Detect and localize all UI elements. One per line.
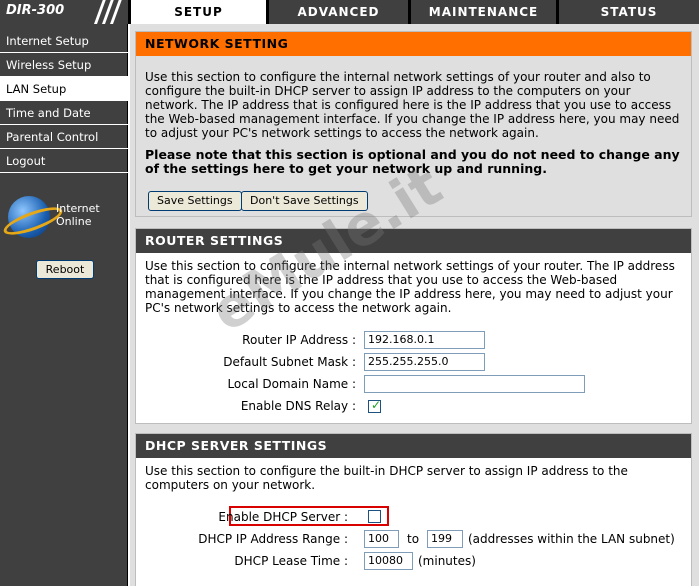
lease-time-input[interactable]: 10080: [364, 552, 413, 570]
domain-name-row: Local Domain Name :: [136, 374, 356, 394]
dhcp-server-section: DHCP SERVER SETTINGS Use this section to…: [135, 433, 692, 586]
sidebar-item-wireless-setup[interactable]: Wireless Setup: [0, 53, 128, 77]
dhcp-range-start-input[interactable]: 100: [364, 530, 399, 548]
dhcp-range-label: DHCP IP Address Range :: [198, 532, 348, 546]
network-setting-title: NETWORK SETTING: [136, 32, 691, 56]
network-setting-description: Use this section to configure the intern…: [145, 70, 680, 140]
reboot-button[interactable]: Reboot: [36, 260, 94, 279]
router-ip-input[interactable]: 192.168.0.1: [364, 331, 485, 349]
domain-name-input[interactable]: [364, 375, 585, 393]
main-content: NETWORK SETTING Use this section to conf…: [130, 24, 699, 586]
dhcp-range-end-input[interactable]: 199: [427, 530, 463, 548]
dhcp-server-title: DHCP SERVER SETTINGS: [136, 434, 691, 458]
lease-time-unit: (minutes): [418, 554, 476, 568]
lease-time-row: DHCP Lease Time :: [136, 551, 348, 571]
dhcp-range-to-label: to: [407, 532, 420, 546]
subnet-mask-row: Default Subnet Mask :: [136, 352, 356, 372]
network-setting-section: NETWORK SETTING Use this section to conf…: [135, 31, 692, 217]
dont-save-settings-button[interactable]: Don't Save Settings: [241, 191, 368, 211]
router-ip-row: Router IP Address :: [136, 330, 356, 350]
dhcp-server-description: Use this section to configure the built-…: [145, 464, 628, 492]
save-settings-button[interactable]: Save Settings: [148, 191, 242, 211]
router-settings-description: Use this section to configure the intern…: [145, 259, 675, 315]
tab-advanced[interactable]: ADVANCED: [269, 0, 408, 24]
enable-dhcp-checkbox[interactable]: [368, 510, 381, 523]
model-name: DIR-300: [6, 3, 65, 18]
sidebar-item-lan-setup[interactable]: LAN Setup: [0, 77, 128, 101]
internet-globe-icon: [8, 196, 50, 238]
router-settings-section: ROUTER SETTINGS Use this section to conf…: [135, 228, 692, 424]
sidebar-item-parental-control[interactable]: Parental Control: [0, 125, 128, 149]
enable-dhcp-label: Enable DHCP Server :: [218, 510, 348, 524]
sidebar-item-logout[interactable]: Logout: [0, 149, 128, 173]
subnet-mask-label: Default Subnet Mask :: [223, 355, 356, 369]
dhcp-range-row: DHCP IP Address Range :: [136, 529, 348, 549]
lease-time-label: DHCP Lease Time :: [234, 554, 348, 568]
dns-relay-row: Enable DNS Relay :: [136, 396, 356, 416]
domain-name-label: Local Domain Name :: [227, 377, 356, 391]
dns-relay-label: Enable DNS Relay :: [240, 399, 356, 413]
tab-status[interactable]: STATUS: [559, 0, 699, 24]
enable-dhcp-row: Enable DHCP Server :: [136, 507, 348, 527]
internet-status-value: Online: [56, 215, 92, 228]
internet-status-label: Internet: [56, 202, 100, 215]
sidebar: Internet Setup Wireless Setup LAN Setup …: [0, 24, 128, 586]
top-nav-bar: DIR-300 SETUP ADVANCED MAINTENANCE STATU…: [0, 0, 699, 24]
tab-maintenance[interactable]: MAINTENANCE: [411, 0, 556, 24]
sidebar-item-time-and-date[interactable]: Time and Date: [0, 101, 128, 125]
dns-relay-checkbox[interactable]: ✓: [368, 398, 382, 413]
internet-status: Internet Online: [56, 202, 100, 228]
subnet-mask-input[interactable]: 255.255.255.0: [364, 353, 485, 371]
router-settings-title: ROUTER SETTINGS: [136, 229, 691, 253]
network-setting-note: Please note that this section is optiona…: [145, 147, 680, 176]
tab-setup[interactable]: SETUP: [131, 0, 266, 24]
sidebar-item-internet-setup[interactable]: Internet Setup: [0, 29, 128, 53]
checkmark-icon: ✓: [371, 398, 382, 412]
router-ip-label: Router IP Address :: [242, 333, 356, 347]
brand-logo: DIR-300: [0, 0, 128, 24]
dhcp-range-note: (addresses within the LAN subnet): [468, 532, 675, 546]
